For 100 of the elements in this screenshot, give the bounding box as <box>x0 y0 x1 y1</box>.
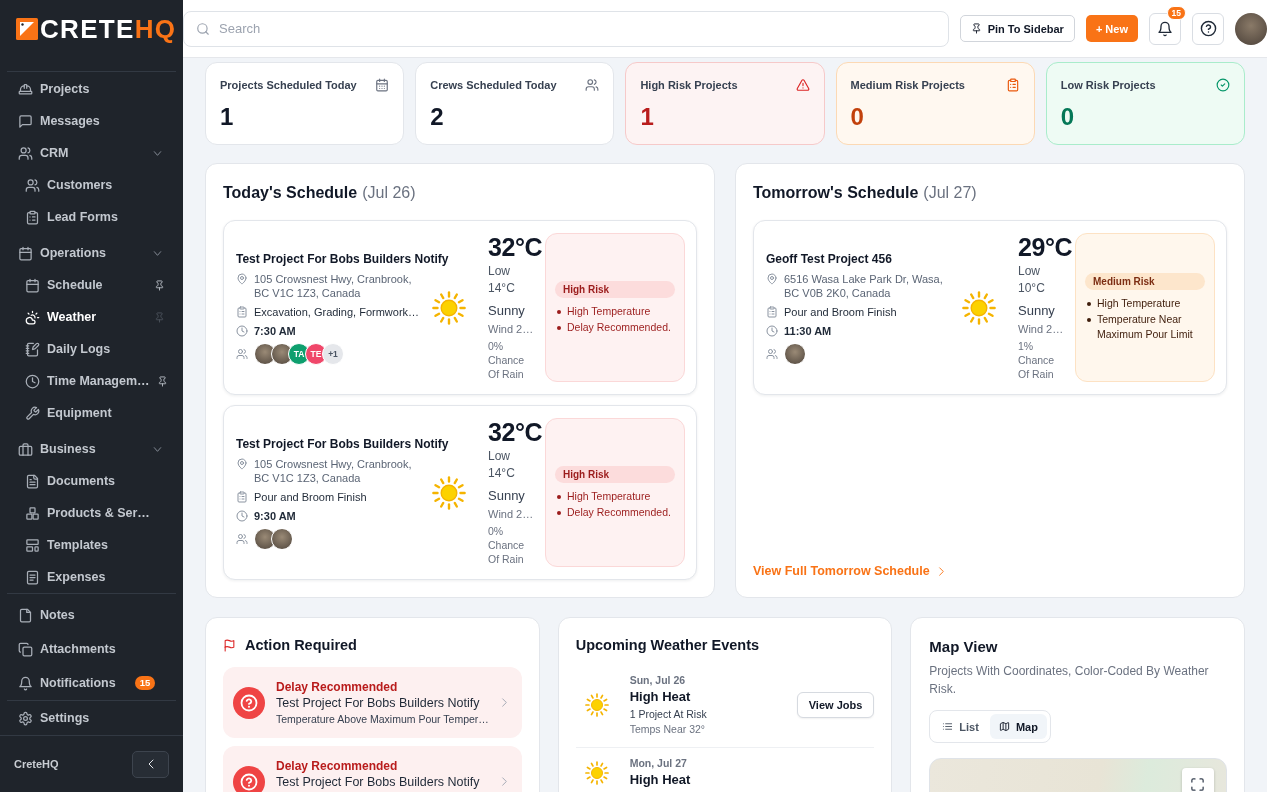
bullet-icon <box>557 309 561 314</box>
sidebar-item[interactable]: Lead Forms <box>0 201 183 233</box>
low-temperature: Low 14°C <box>488 448 516 482</box>
view-tab[interactable]: List <box>933 714 988 739</box>
page-icon <box>18 607 33 623</box>
event-date: Mon, Jul 27 <box>629 756 687 771</box>
risk-reason: High Temperature <box>567 488 651 504</box>
task-text: Excavation, Grading, Formwork… <box>254 304 420 319</box>
sidebar-item[interactable]: Daily Logs <box>0 333 183 365</box>
sidebar-item[interactable]: Equipment <box>0 397 183 429</box>
action-item[interactable]: Delay Recommended Test Project For Bobs Builders Notify <box>223 746 522 792</box>
sidebar-item[interactable]: Weather <box>0 301 183 333</box>
bell-icon <box>18 675 33 691</box>
avatar <box>784 342 806 365</box>
task-text: Pour and Broom Finish <box>254 489 367 504</box>
low-temperature: Low 14°C <box>488 263 516 297</box>
bell-icon <box>1157 20 1173 37</box>
chat-bubble-icon <box>18 113 33 129</box>
view-jobs-button[interactable]: View Jobs <box>796 692 875 718</box>
sidebar-item[interactable]: Notes <box>0 598 183 632</box>
brand-name: CreteHQ <box>14 758 59 770</box>
notification-badge: 15 <box>1166 5 1186 20</box>
rain-chance: 1% Chance Of Rain <box>1018 339 1056 381</box>
clock-icon <box>236 509 248 522</box>
stat-label: Low Risk Projects <box>1060 78 1156 92</box>
stat-label: Medium Risk Projects <box>850 78 965 92</box>
view-tab[interactable]: Map <box>989 714 1047 739</box>
check-circle-icon <box>1216 78 1230 92</box>
panel-title: Today's Schedule <box>223 183 358 203</box>
sidebar-item[interactable]: CRM <box>0 137 183 169</box>
time-text: 11:30 AM <box>784 323 832 338</box>
low-temperature: Low 10°C <box>1018 263 1046 297</box>
panel-date: (Jul 26) <box>362 183 416 203</box>
user-avatar[interactable] <box>1235 12 1267 45</box>
event-note: Temps Near 32° <box>629 722 706 737</box>
question-icon <box>233 765 265 792</box>
sidebar-item[interactable]: Projects <box>0 73 183 105</box>
briefcase-icon <box>18 441 33 457</box>
fullscreen-button[interactable] <box>1182 768 1214 792</box>
risk-reason: High Temperature <box>567 303 651 319</box>
sidebar-item[interactable]: Products & Ser… <box>0 497 183 529</box>
risk-reason: High Temperature <box>1097 296 1181 311</box>
clipboard-icon <box>25 209 40 225</box>
sidebar-item[interactable]: Time Managem… <box>0 365 183 397</box>
sidebar-item[interactable]: Templates <box>0 529 183 561</box>
help-icon <box>1199 20 1217 37</box>
event-count: 1 Project At Risk <box>629 707 707 722</box>
address-text: 105 Crowsnest Hwy, Cranbrook, BC V1C 1Z3, Canada <box>254 271 413 300</box>
clipboard-icon <box>236 305 248 318</box>
people-icon <box>18 145 33 161</box>
rain-chance: 0% Chance Of Rain <box>488 339 526 381</box>
address-text: 6516 Wasa Lake Park Dr, Wasa, BC V0B 2K0, Canada <box>784 271 944 300</box>
bullet-icon <box>557 325 561 330</box>
logo-wordmark: CRETEHQ <box>40 15 177 43</box>
more-count: +1 <box>322 342 344 365</box>
wind-text: Wind 2… <box>488 322 534 337</box>
layout-icon <box>25 537 40 553</box>
bullet-icon <box>1087 318 1091 322</box>
receipt-icon <box>25 569 40 585</box>
risk-badge: High Risk <box>555 280 675 298</box>
map-icon <box>998 721 1010 732</box>
sidebar-item[interactable]: Operations <box>0 237 183 269</box>
sidebar-item[interactable]: Notifications 15 <box>0 666 183 700</box>
stat-value: 0 <box>1060 104 1075 130</box>
flag-icon <box>223 638 236 652</box>
sidebar-item[interactable]: Documents <box>0 465 183 497</box>
calendar-icon <box>25 277 40 293</box>
boxes-icon <box>25 505 40 521</box>
event-title: High Heat <box>629 688 691 706</box>
cloud-sun-icon <box>25 309 40 325</box>
sun-icon <box>432 475 466 510</box>
action-item[interactable]: Delay Recommended Test Project For Bobs Builders Notify Temperature Above Maximum Pour Temper… <box>223 667 522 738</box>
sidebar-item[interactable]: Schedule <box>0 269 183 301</box>
logo-icon <box>16 18 38 40</box>
time-text: 7:30 AM <box>254 323 296 338</box>
bullet-icon <box>1087 302 1091 306</box>
location-pin-icon <box>236 457 248 470</box>
event-date: Sun, Jul 26 <box>629 673 686 688</box>
document-icon <box>25 473 40 489</box>
question-icon <box>233 686 265 719</box>
notifications-button[interactable] <box>1149 12 1181 45</box>
sidebar-item[interactable]: Messages <box>0 105 183 137</box>
temperature: 32°C <box>488 418 543 446</box>
sidebar-item[interactable]: Expenses <box>0 561 183 593</box>
location-pin-icon <box>766 272 778 285</box>
sidebar-item[interactable]: Business <box>0 433 183 465</box>
sidebar-item[interactable]: Customers <box>0 169 183 201</box>
pin-to-sidebar-button[interactable]: Pin To Sidebar <box>959 15 1075 42</box>
status-text: Delay Recommended <box>276 758 398 774</box>
stat-label: High Risk Projects <box>640 78 738 92</box>
detail-text: Temperature Above Maximum Pour Temper… <box>276 712 489 726</box>
sidebar-item[interactable]: Settings <box>0 701 183 735</box>
search-field[interactable]: Search <box>183 10 949 47</box>
risk-badge: Medium Risk <box>1085 273 1205 290</box>
help-button[interactable] <box>1192 12 1224 45</box>
stat-label: Projects Scheduled Today <box>220 78 357 92</box>
sidebar-item[interactable]: Attachments <box>0 632 183 666</box>
search-icon <box>196 21 210 36</box>
temperature: 29°C <box>1018 233 1073 261</box>
clock-icon <box>25 373 40 389</box>
